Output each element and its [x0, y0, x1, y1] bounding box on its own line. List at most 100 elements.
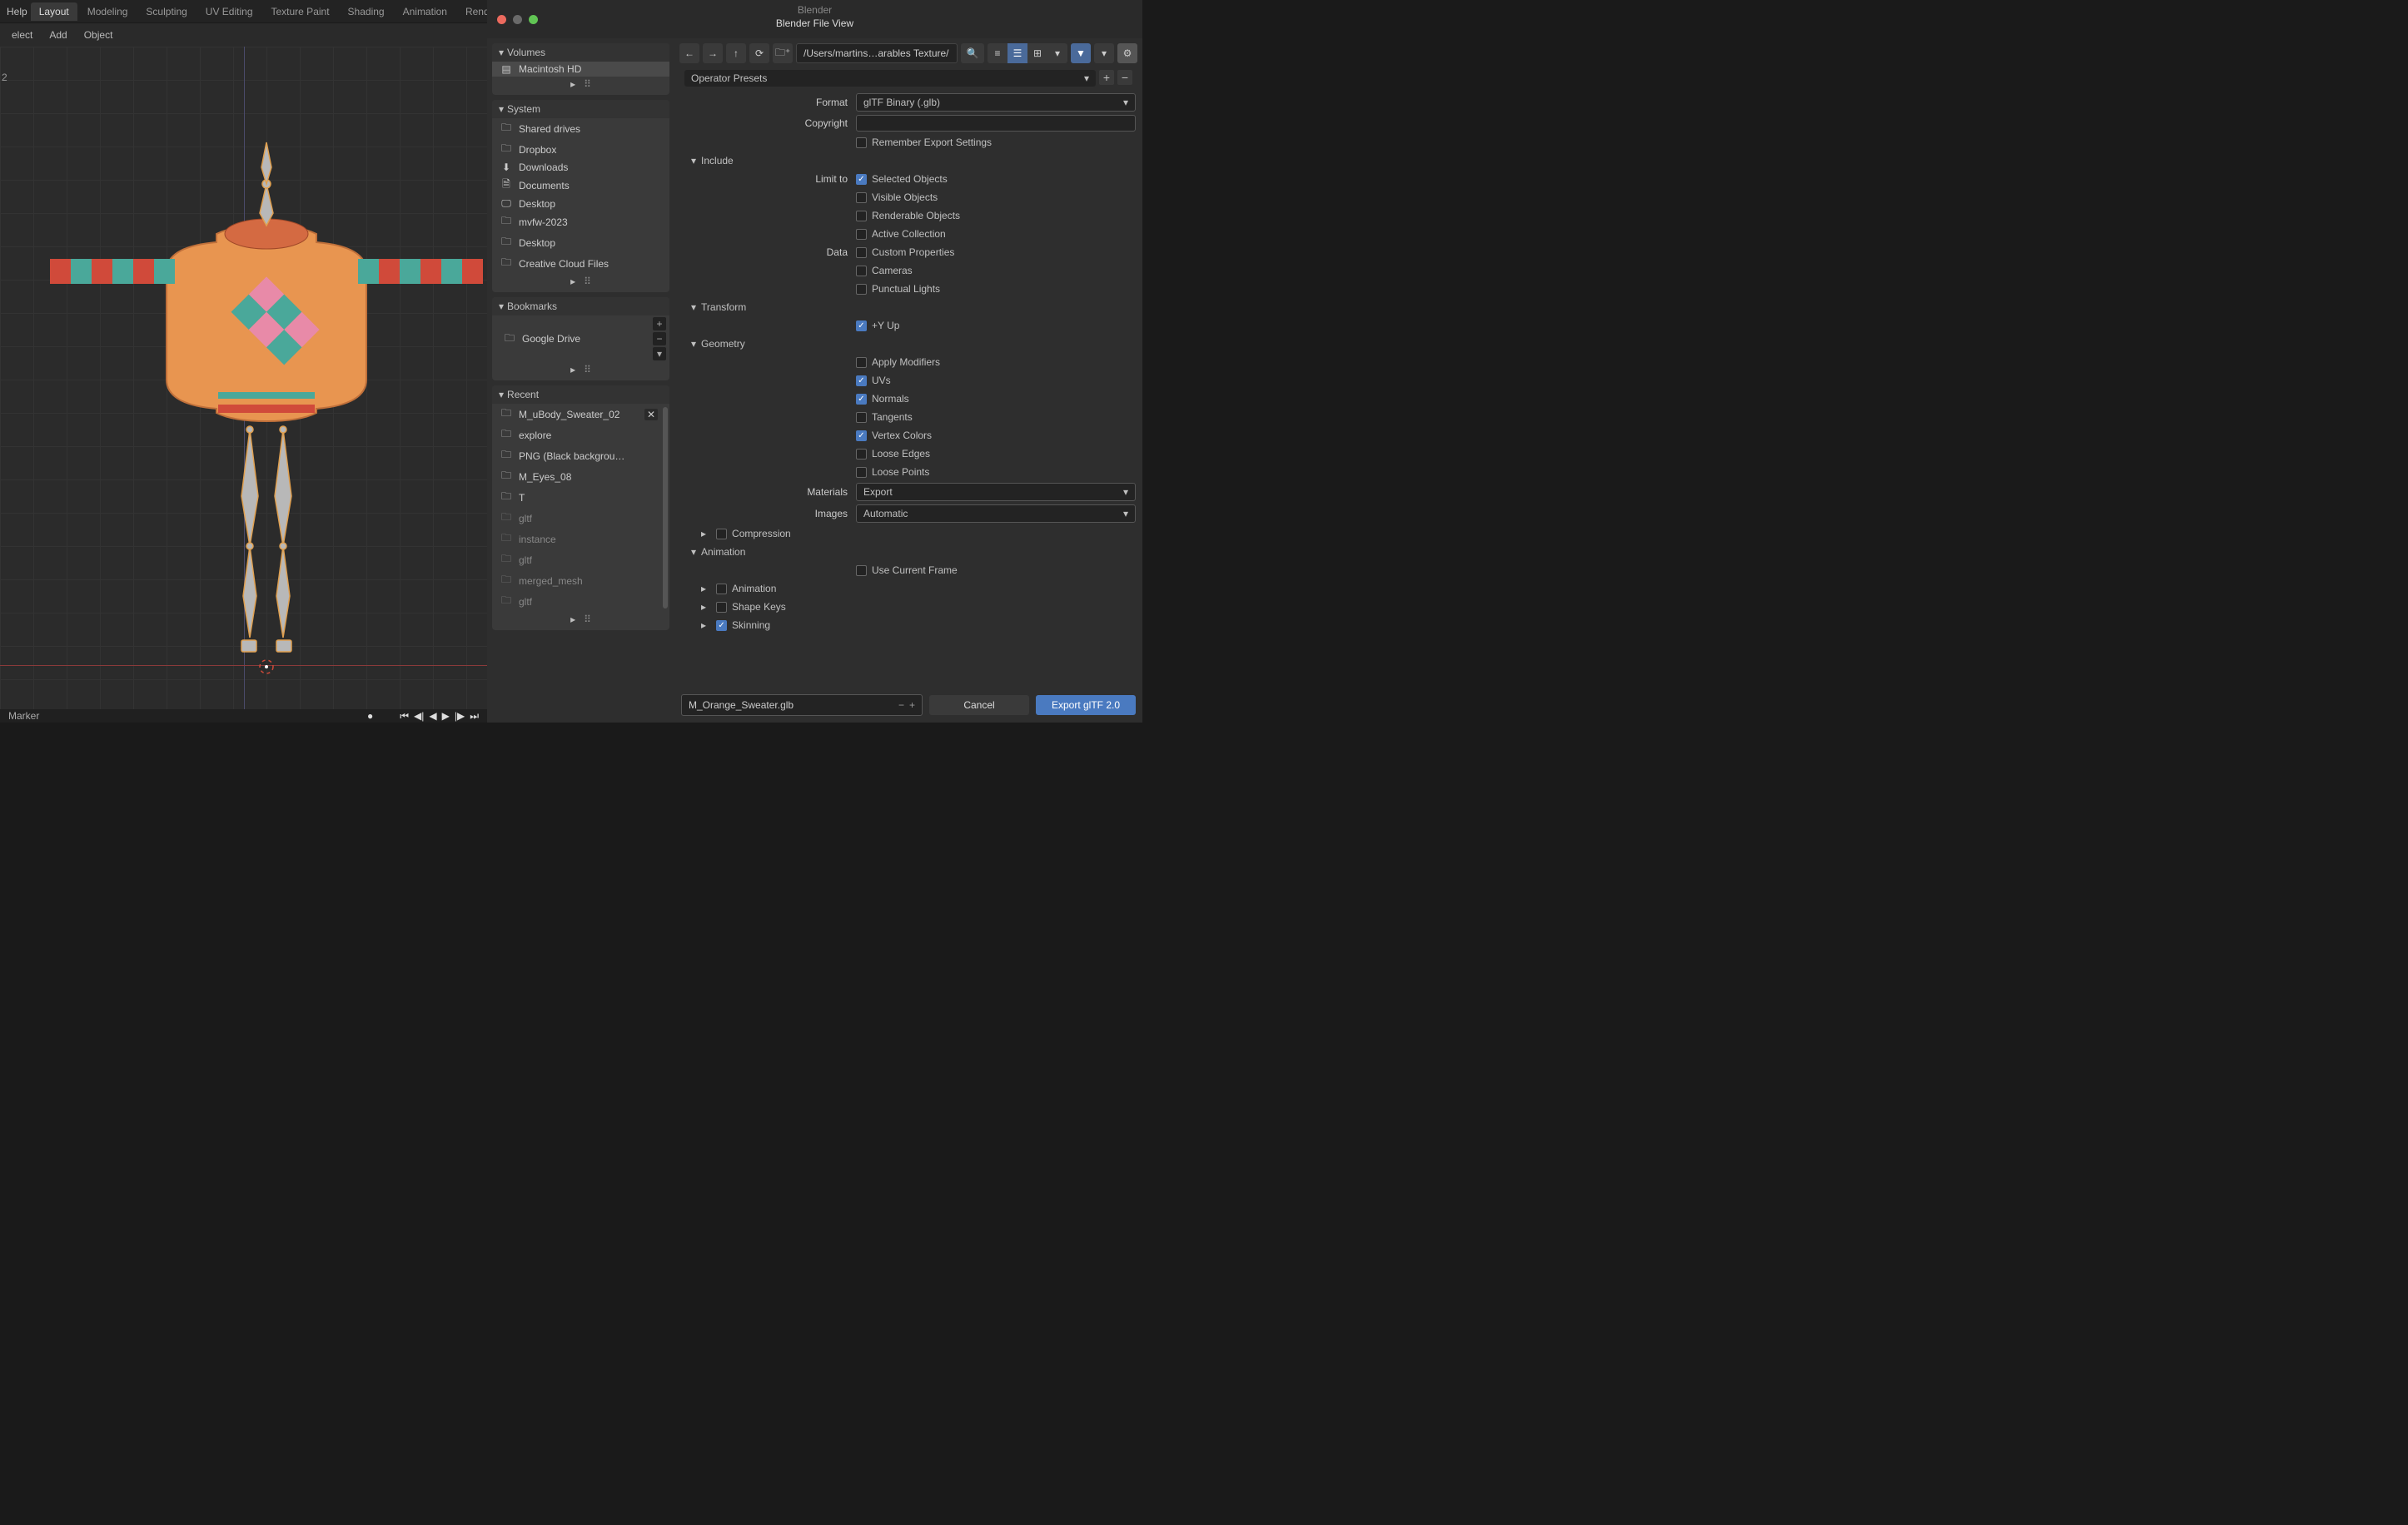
system-desktop-2[interactable]: 🗀Desktop — [492, 232, 669, 253]
system-downloads[interactable]: ⬇Downloads — [492, 160, 669, 175]
tab-layout[interactable]: Layout — [31, 2, 77, 21]
apply-modifiers-checkbox[interactable] — [856, 357, 867, 368]
select-menu[interactable]: elect — [7, 27, 37, 42]
cameras-checkbox[interactable] — [856, 266, 867, 276]
vertex-colors-checkbox[interactable]: ✓ — [856, 430, 867, 441]
view-list-horizontal-button[interactable]: ☰ — [1007, 43, 1027, 63]
recent-item[interactable]: 🗀M_Eyes_08 — [492, 466, 661, 487]
play-button[interactable]: ▶ — [442, 710, 450, 723]
animation-section-header[interactable]: Animation — [681, 543, 1136, 561]
search-button[interactable]: 🔍 — [961, 43, 984, 63]
bookmark-remove-button[interactable]: − — [653, 332, 666, 345]
compression-section-header[interactable]: Compression — [681, 524, 1136, 543]
view-list-vertical-button[interactable]: ≡ — [988, 43, 1007, 63]
grip-icon[interactable]: ⠿ — [584, 276, 591, 287]
recent-item[interactable]: 🗀gltf — [492, 508, 661, 529]
use-current-frame-checkbox[interactable] — [856, 565, 867, 576]
animation-sub-header[interactable]: Animation — [681, 579, 1136, 598]
filter-dropdown[interactable] — [1094, 43, 1114, 63]
maximize-window-button[interactable] — [529, 15, 538, 24]
object-menu[interactable]: Object — [79, 27, 118, 42]
preset-add-button[interactable]: + — [1099, 70, 1114, 85]
scrollbar[interactable] — [663, 407, 668, 609]
system-header[interactable]: System — [492, 100, 669, 118]
tab-sculpting[interactable]: Sculpting — [137, 2, 195, 21]
bookmark-add-button[interactable]: + — [653, 317, 666, 330]
expand-arrow-icon[interactable]: ▸ — [570, 276, 575, 287]
recent-item[interactable]: 🗀T — [492, 487, 661, 508]
system-dropbox[interactable]: 🗀Dropbox — [492, 139, 669, 160]
bookmarks-header[interactable]: Bookmarks — [492, 297, 669, 315]
expand-arrow-icon[interactable]: ▸ — [570, 78, 575, 90]
tab-shading[interactable]: Shading — [340, 2, 393, 21]
normals-checkbox[interactable]: ✓ — [856, 394, 867, 405]
close-window-button[interactable] — [497, 15, 506, 24]
back-button[interactable]: ← — [679, 43, 699, 63]
path-input[interactable]: /Users/martins…arables Texture/ — [796, 43, 958, 63]
copyright-input[interactable] — [856, 115, 1136, 132]
recent-item[interactable]: 🗀merged_mesh — [492, 570, 661, 591]
recent-item[interactable]: 🗀gltf — [492, 591, 661, 612]
filter-button[interactable]: ▼ — [1071, 43, 1091, 63]
grip-icon[interactable]: ⠿ — [584, 364, 591, 375]
minimize-window-button[interactable] — [513, 15, 522, 24]
visible-objects-checkbox[interactable] — [856, 192, 867, 203]
recent-item[interactable]: 🗀M_uBody_Sweater_02✕ — [492, 404, 661, 425]
recent-item[interactable]: 🗀explore — [492, 425, 661, 445]
forward-button[interactable]: → — [703, 43, 723, 63]
tab-modeling[interactable]: Modeling — [79, 2, 137, 21]
jump-end-button[interactable]: ⏭ — [470, 710, 479, 723]
punctual-lights-checkbox[interactable] — [856, 284, 867, 295]
viewport-3d[interactable]: 2 — [0, 47, 487, 709]
images-dropdown[interactable]: Automatic — [856, 504, 1136, 523]
format-dropdown[interactable]: glTF Binary (.glb) — [856, 93, 1136, 112]
loose-points-checkbox[interactable] — [856, 467, 867, 478]
bookmark-menu-button[interactable] — [653, 347, 666, 360]
filename-input[interactable]: M_Orange_Sweater.glb − + — [681, 694, 923, 716]
renderable-objects-checkbox[interactable] — [856, 211, 867, 221]
volumes-header[interactable]: Volumes — [492, 43, 669, 62]
filename-increment-button[interactable]: + — [909, 699, 915, 711]
recent-item[interactable]: 🗀gltf — [492, 549, 661, 570]
custom-props-checkbox[interactable] — [856, 247, 867, 258]
parent-button[interactable]: ↑ — [726, 43, 746, 63]
export-button[interactable]: Export glTF 2.0 — [1036, 695, 1136, 715]
geometry-section-header[interactable]: Geometry — [681, 335, 1136, 353]
materials-dropdown[interactable]: Export — [856, 483, 1136, 501]
active-collection-checkbox[interactable] — [856, 229, 867, 240]
remember-checkbox[interactable] — [856, 137, 867, 148]
system-creative-cloud[interactable]: 🗀Creative Cloud Files — [492, 253, 669, 274]
view-thumbnails-button[interactable]: ⊞ — [1027, 43, 1047, 63]
skinning-checkbox[interactable]: ✓ — [716, 620, 727, 631]
auto-key-button[interactable]: ● — [367, 710, 373, 723]
help-menu[interactable]: Help — [7, 6, 27, 17]
compression-checkbox[interactable] — [716, 529, 727, 539]
system-mvfw[interactable]: 🗀mvfw-2023 — [492, 211, 669, 232]
add-menu[interactable]: Add — [44, 27, 72, 42]
animation-sub-checkbox[interactable] — [716, 584, 727, 594]
grip-icon[interactable]: ⠿ — [584, 78, 591, 90]
tab-animation[interactable]: Animation — [395, 2, 455, 21]
expand-arrow-icon[interactable]: ▸ — [570, 613, 575, 625]
volume-macintosh-hd[interactable]: ▤ Macintosh HD — [492, 62, 669, 77]
loose-edges-checkbox[interactable] — [856, 449, 867, 459]
tab-uv[interactable]: UV Editing — [197, 2, 261, 21]
uvs-checkbox[interactable]: ✓ — [856, 375, 867, 386]
operator-presets-dropdown[interactable]: Operator Presets — [684, 70, 1096, 87]
refresh-button[interactable]: ⟳ — [749, 43, 769, 63]
keyframe-prev-button[interactable]: ◀| — [414, 710, 424, 723]
cancel-button[interactable]: Cancel — [929, 695, 1029, 715]
shape-keys-header[interactable]: Shape Keys — [681, 598, 1136, 616]
skinning-header[interactable]: ✓Skinning — [681, 616, 1136, 634]
view-sort-dropdown[interactable] — [1047, 43, 1067, 63]
jump-start-button[interactable]: ⏮ — [400, 710, 409, 723]
system-desktop[interactable]: 🖵Desktop — [492, 196, 669, 211]
bookmark-google-drive[interactable]: 🗀Google Drive — [495, 317, 649, 360]
transform-section-header[interactable]: Transform — [681, 298, 1136, 316]
system-documents[interactable]: 🗎Documents — [492, 175, 669, 196]
keyframe-next-button[interactable]: |▶ — [455, 710, 465, 723]
recent-item[interactable]: 🗀instance — [492, 529, 661, 549]
recent-header[interactable]: Recent — [492, 385, 669, 404]
play-reverse-button[interactable]: ◀ — [429, 710, 436, 723]
grip-icon[interactable]: ⠿ — [584, 613, 591, 625]
